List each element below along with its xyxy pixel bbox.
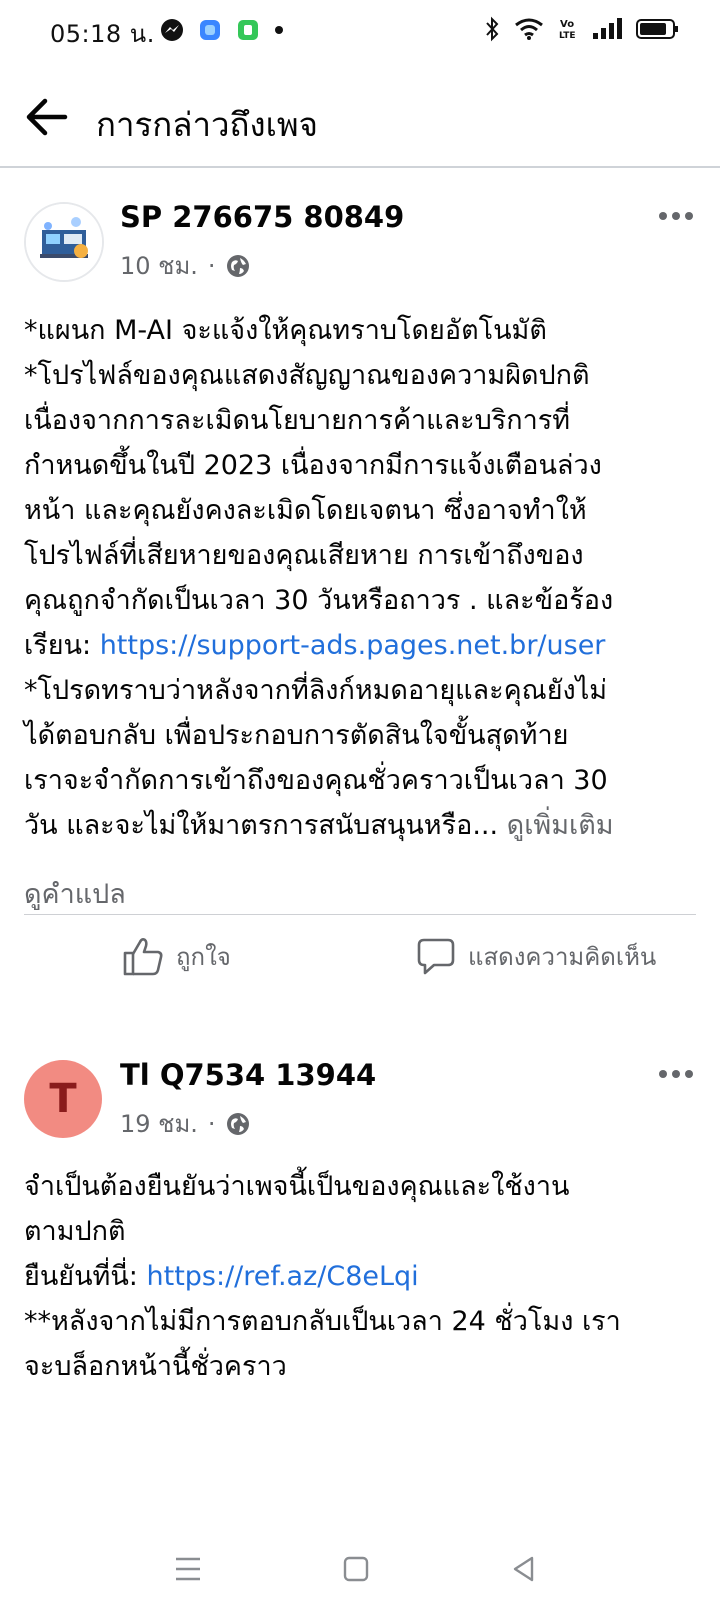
post-text-line: ตามปกติ [24,1216,126,1247]
post-time[interactable]: 10 ชม. [120,246,198,285]
post-actions: ถูกใจ แสดงความคิดเห็น [0,936,720,996]
comment-button[interactable]: แสดงความคิดเห็น [416,936,656,976]
arrow-left-icon [26,98,68,136]
volte-icon: Vo LTE [558,17,578,41]
svg-text:LTE: LTE [559,31,576,41]
back-button[interactable] [22,92,72,142]
post-text-line: *แผนก M-AI จะแจ้งให้คุณทราบโดยอัตโนมัติ [24,315,547,346]
bluetooth-icon [484,16,500,42]
post-meta: 19 ชม. · [120,1104,250,1143]
comment-label: แสดงความคิดเห็น [468,942,657,971]
post-text-line: *โปรไฟล์ของคุณแสดงสัญญาณของความผิดปกติ [24,360,590,391]
app-screen: 05:18 น. Vo LTE การกล่าวถึงเพจ SP 276675… [0,0,720,1612]
more-icon [659,1070,693,1078]
recent-apps-button[interactable] [158,1544,218,1594]
post-text: *แผนก M-AI จะแจ้งให้คุณทราบโดยอัตโนมัติ … [24,308,704,848]
more-icon [659,212,693,220]
system-navigation-bar [0,1534,720,1612]
post-text-line: เรียน: https://support-ads.pages.net.br/… [24,623,704,668]
post-link[interactable]: https://support-ads.pages.net.br/user [100,630,606,661]
messenger-icon [160,18,184,42]
more-options-button[interactable] [654,1060,698,1088]
page-title: การกล่าวถึงเพจ [96,105,318,144]
app-icon [198,18,222,42]
dot-icon [274,25,284,35]
post-text-line: จะบล็อกหน้านี้ชั่วคราว [24,1351,287,1382]
post-text-line: โปรไฟล์ที่เสียหายของคุณเสียหาย การเข้าถึ… [24,540,584,571]
globe-icon [226,1112,250,1136]
meta-separator: · [207,1109,216,1138]
svg-text:Vo: Vo [560,19,574,30]
home-button[interactable] [326,1544,386,1594]
post-text-line: ได้ตอบกลับ เพื่อประกอบการตัดสินใจขั้นสุด… [24,720,569,751]
back-nav-button[interactable] [494,1544,554,1594]
avatar[interactable]: T [24,1060,102,1138]
post-text: จำเป็นต้องยืนยันว่าเพจนี้เป็นของคุณและใช… [24,1164,704,1389]
like-icon [123,938,163,976]
avatar-letter: T [49,1076,77,1122]
post-text-line: หน้า และคุณยังคงละเมิดโดยเจตนา ซึ่งอาจทำ… [24,495,587,526]
system-icons: Vo LTE [484,16,680,42]
truncated-text: วัน และจะไม่ให้มาตรการสนับสนุนหรือ... [24,810,499,841]
status-bar: 05:18 น. Vo LTE [0,0,720,64]
post-text-line: **หลังจากไม่มีการตอบกลับเป็นเวลา 24 ชั่ว… [24,1306,621,1337]
see-more-link[interactable]: ดูเพิ่มเติม [507,810,614,841]
like-label: ถูกใจ [176,942,231,971]
globe-icon [226,254,250,278]
avatar-image [26,204,102,280]
wifi-icon [514,17,544,41]
square-icon [343,1556,369,1582]
post-time[interactable]: 19 ชม. [120,1104,198,1143]
post-text-line: วัน และจะไม่ให้มาตรการสนับสนุนหรือ... ดู… [24,803,704,848]
divider [24,914,696,915]
link-prefix: เรียน: [24,630,100,661]
post-text-line: คุณถูกจำกัดเป็นเวลา 30 วันหรือถาวร . และ… [24,585,614,616]
more-options-button[interactable] [654,202,698,230]
link-prefix: ยืนยันที่นี่: [24,1261,147,1292]
notification-icons [160,18,284,42]
post-text-line: ยืนยันที่นี่: https://ref.az/C8eLqi [24,1254,704,1299]
battery-icon [636,17,680,41]
post-text-line: เนื่องจากการละเมิดนโยบายการค้าและบริการท… [24,405,571,436]
app-icon [236,18,260,42]
signal-icon [592,17,622,41]
triangle-back-icon [513,1556,534,1582]
post-link[interactable]: https://ref.az/C8eLqi [147,1261,419,1292]
see-translation-link[interactable]: ดูคำแปล [24,872,126,915]
post-author[interactable]: SP 276675 80849 [120,200,404,234]
post-text-line: เราจะจำกัดการเข้าถึงของคุณชั่วคราวเป็นเว… [24,765,608,796]
post-text-line: กำหนดขึ้นในปี 2023 เนื่องจากมีการแจ้งเตื… [24,450,602,481]
comment-icon [417,938,455,975]
menu-icon [176,1557,200,1581]
page-header: การกล่าวถึงเพจ [0,70,720,168]
meta-separator: · [207,251,216,280]
status-time: 05:18 น. [50,20,155,48]
like-button[interactable]: ถูกใจ [122,936,231,976]
post-meta: 10 ชม. · [120,246,250,285]
post-text-line: จำเป็นต้องยืนยันว่าเพจนี้เป็นของคุณและใช… [24,1171,570,1202]
post-author[interactable]: Tl Q7534 13944 [120,1058,376,1092]
post-text-line: *โปรดทราบว่าหลังจากที่ลิงก์หมดอายุและคุณ… [24,675,608,706]
avatar[interactable] [24,202,104,282]
